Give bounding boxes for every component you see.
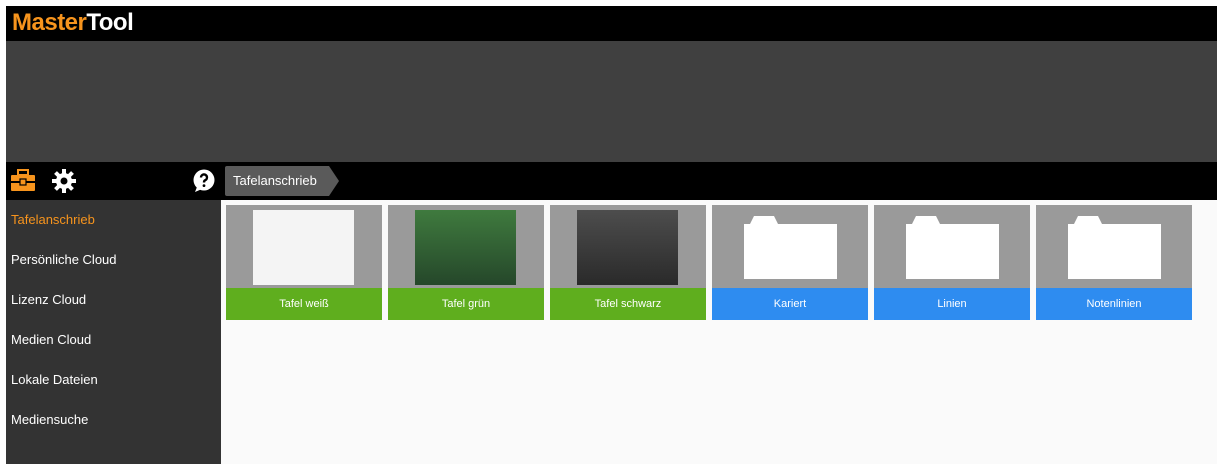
tile-label: Tafel grün [388,288,544,320]
tile-preview [712,205,868,288]
tile-label: Kariert [712,288,868,320]
sidebar-item-lizenz-cloud[interactable]: Lizenz Cloud [6,280,221,320]
app-logo: MasterTool [12,9,134,37]
tile-tafel-weiss[interactable]: Tafel weiß [226,205,382,320]
app-window: MasterTool Tafelanschrieb Tafelanschrieb… [6,6,1217,464]
tile-preview [874,205,1030,288]
tile-preview [226,205,382,288]
tile-preview [388,205,544,288]
breadcrumb-label: Tafelanschrieb [225,166,329,196]
logo-tool: Tool [86,9,134,36]
tile-preview [1036,205,1192,288]
content-area: Tafel weiß Tafel grün Tafel schwarz Kari… [221,200,1217,464]
banner-area [6,41,1217,162]
tile-notenlinien[interactable]: Notenlinien [1036,205,1192,320]
tile-tafel-gruen[interactable]: Tafel grün [388,205,544,320]
sidebar-item-lokale-dateien[interactable]: Lokale Dateien [6,360,221,400]
gear-icon[interactable] [50,167,78,195]
sidebar-item-tafelanschrieb[interactable]: Tafelanschrieb [6,200,221,240]
sidebar-item-persoenliche-cloud[interactable]: Persönliche Cloud [6,240,221,280]
logo-master: Master [12,9,87,36]
tile-label: Tafel weiß [226,288,382,320]
tile-tafel-schwarz[interactable]: Tafel schwarz [550,205,706,320]
folder-icon [906,216,999,279]
briefcase-icon[interactable] [9,167,37,195]
top-bar: MasterTool [6,6,1217,41]
white-board-swatch [253,210,354,285]
tile-label: Tafel schwarz [550,288,706,320]
black-board-swatch [577,210,678,285]
help-icon[interactable] [190,167,218,195]
tile-label: Linien [874,288,1030,320]
toolbar: Tafelanschrieb [6,162,1217,200]
sidebar: Tafelanschrieb Persönliche Cloud Lizenz … [6,200,221,464]
breadcrumb[interactable]: Tafelanschrieb [225,166,339,196]
folder-icon [744,216,837,279]
tile-kariert[interactable]: Kariert [712,205,868,320]
sidebar-item-medien-cloud[interactable]: Medien Cloud [6,320,221,360]
sidebar-item-mediensuche[interactable]: Mediensuche [6,400,221,440]
folder-icon [1068,216,1161,279]
tile-preview [550,205,706,288]
breadcrumb-arrow [328,166,339,196]
tile-linien[interactable]: Linien [874,205,1030,320]
green-board-swatch [415,210,516,285]
tile-label: Notenlinien [1036,288,1192,320]
